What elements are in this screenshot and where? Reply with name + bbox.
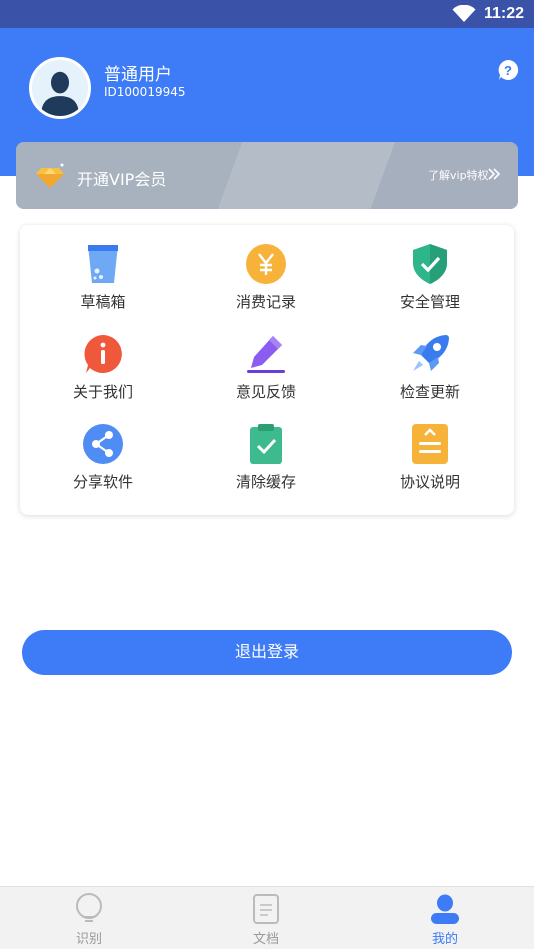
diamond-icon [36, 163, 64, 188]
user-id: ID100019945 [104, 85, 186, 99]
wifi-icon [452, 5, 476, 22]
menu-item-label: 协议说明 [399, 473, 460, 491]
vip-more-link[interactable]: 了解vip特权 [428, 167, 489, 183]
shield-check-icon [413, 244, 447, 284]
rocket-icon [413, 335, 449, 371]
status-time: 11:22 [484, 5, 525, 22]
tab-documents[interactable]: 文档 [206, 887, 326, 949]
menu-item-label: 意见反馈 [235, 383, 296, 401]
menu-item-label: 消费记录 [235, 293, 296, 311]
lightbulb-icon [76, 893, 102, 922]
info-icon [84, 335, 122, 373]
tab-mine[interactable]: 我的 [385, 887, 505, 949]
vip-label: 开通VIP会员 [77, 170, 167, 189]
menu-item-share[interactable]: 分享软件 [43, 423, 163, 503]
menu-item-consumption-record[interactable]: 消费记录 [206, 243, 326, 323]
avatar[interactable] [29, 57, 91, 119]
document-icon [253, 894, 279, 924]
menu-item-label: 清除缓存 [235, 473, 296, 491]
logout-button[interactable]: 退出登录 [22, 630, 512, 675]
menu-item-security[interactable]: 安全管理 [370, 243, 490, 323]
tab-label: 识别 [75, 932, 102, 947]
tab-recognize[interactable]: 识别 [29, 887, 149, 949]
status-bar: 11:22 [0, 0, 534, 28]
menu-item-label: 检查更新 [399, 383, 460, 401]
drafts-cup-icon [88, 245, 118, 283]
menu-item-drafts[interactable]: 草稿箱 [43, 243, 163, 323]
help-icon[interactable]: ? [497, 59, 519, 81]
double-chevron-right-icon [488, 168, 501, 180]
clipboard-check-icon [250, 424, 282, 464]
bottom-tab-bar: 识别 文档 我的 [0, 886, 534, 949]
menu-grid: 草稿箱 消费记录 安全管理 关于我们 意见反馈 检查更新 分享软件 清除缓存 协… [20, 225, 514, 515]
tab-label: 我的 [431, 932, 458, 947]
share-icon [83, 424, 123, 464]
menu-item-check-update[interactable]: 检查更新 [370, 333, 490, 413]
document-icon [412, 424, 448, 464]
menu-item-about[interactable]: 关于我们 [43, 333, 163, 413]
menu-item-label: 关于我们 [72, 383, 133, 401]
menu-item-clear-cache[interactable]: 清除缓存 [206, 423, 326, 503]
svg-text:?: ? [504, 63, 512, 78]
user-avatar-icon [32, 60, 88, 116]
menu-item-feedback[interactable]: 意见反馈 [206, 333, 326, 413]
pen-icon [247, 336, 285, 373]
user-icon [431, 894, 459, 924]
tab-label: 文档 [252, 932, 279, 947]
yuan-coin-icon [246, 244, 286, 284]
menu-item-label: 分享软件 [72, 473, 133, 491]
username: 普通用户 [104, 65, 172, 85]
menu-item-agreement[interactable]: 协议说明 [370, 423, 490, 503]
menu-item-label: 安全管理 [399, 293, 460, 311]
menu-item-label: 草稿箱 [80, 293, 126, 311]
